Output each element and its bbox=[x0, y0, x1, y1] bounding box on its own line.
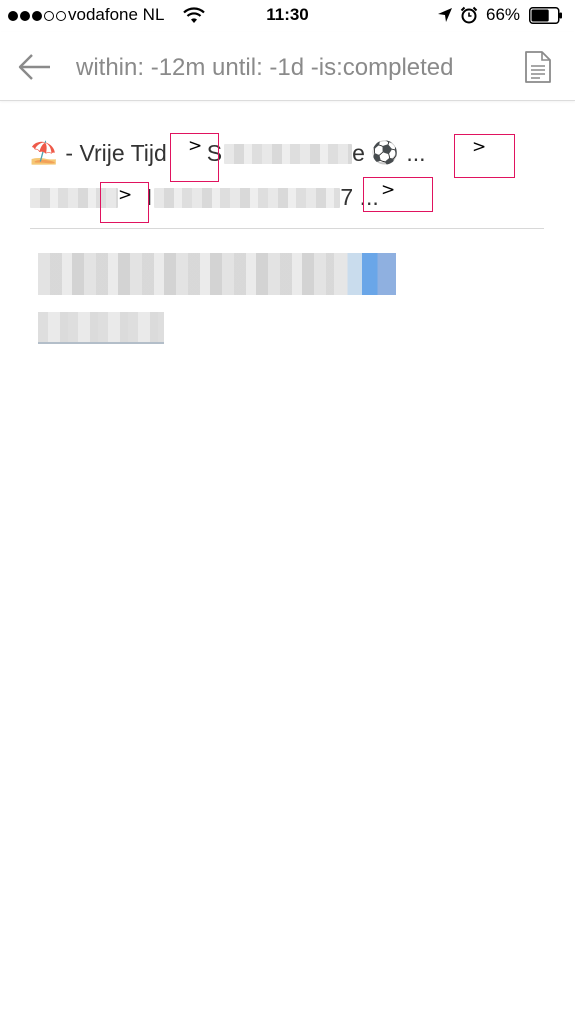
result-breadcrumb-line-2: I 7 ... bbox=[30, 184, 379, 211]
expand-button[interactable]: > bbox=[363, 177, 433, 212]
ellipsis: ... bbox=[406, 140, 426, 166]
redacted-task-title bbox=[38, 253, 334, 295]
search-header: within: -12m until: -1d -is:completed bbox=[0, 32, 575, 101]
battery-icon bbox=[529, 7, 562, 24]
expand-button[interactable]: > bbox=[100, 182, 149, 223]
umbrella-icon: ⛱️ bbox=[30, 141, 58, 166]
arrow-left-icon bbox=[18, 54, 50, 80]
redacted-text bbox=[224, 143, 353, 164]
expand-button[interactable]: > bbox=[170, 133, 219, 182]
back-button[interactable] bbox=[14, 50, 54, 84]
redacted-text bbox=[154, 187, 341, 208]
project-name: - Vrije Tijd bbox=[65, 140, 167, 166]
alarm-clock-icon bbox=[460, 6, 478, 24]
redacted-image bbox=[334, 253, 396, 295]
result-breadcrumb-line-1: ⛱️ - Vrije Tijd S e ⚽ ... bbox=[30, 140, 426, 167]
expand-button[interactable]: > bbox=[454, 134, 515, 178]
soccer-ball-icon: ⚽ bbox=[370, 141, 399, 166]
location-arrow-icon bbox=[438, 8, 452, 22]
screen: vodafone NL 11:30 66% within: -12m until… bbox=[0, 0, 575, 1024]
battery-percentage: 66% bbox=[486, 5, 521, 24]
document-icon bbox=[525, 51, 551, 83]
breadcrumb-char: e bbox=[352, 140, 365, 166]
search-query[interactable]: within: -12m until: -1d -is:completed bbox=[76, 52, 498, 84]
redacted-link[interactable] bbox=[38, 312, 164, 344]
status-bar: vodafone NL 11:30 66% bbox=[0, 0, 575, 32]
document-button[interactable] bbox=[523, 50, 553, 84]
